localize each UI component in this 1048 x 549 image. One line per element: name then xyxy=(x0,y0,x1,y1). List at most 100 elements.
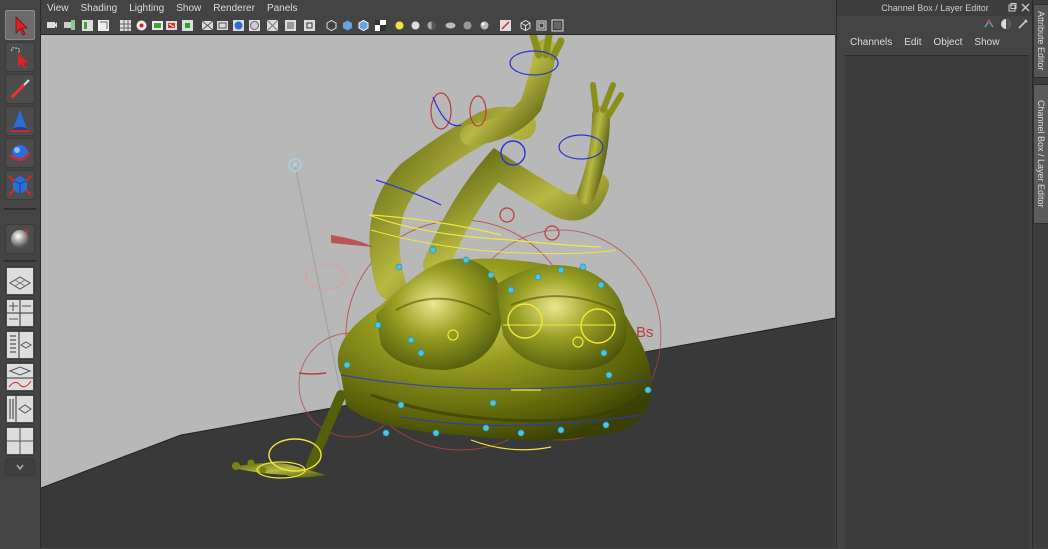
move-tool-button[interactable] xyxy=(5,106,35,136)
joint-marker[interactable] xyxy=(417,349,425,357)
manipulator-icon[interactable] xyxy=(1017,18,1029,30)
joint-marker[interactable] xyxy=(487,271,495,279)
joint-marker[interactable] xyxy=(507,286,515,294)
joint-marker[interactable] xyxy=(482,424,490,432)
wireframe-on-shaded-icon[interactable] xyxy=(266,19,279,32)
joint-marker[interactable] xyxy=(602,421,610,429)
joint-marker[interactable] xyxy=(557,266,565,274)
outliner-view-icon xyxy=(7,332,33,358)
image-plane-icon[interactable] xyxy=(97,19,110,32)
gate-mask-icon[interactable] xyxy=(165,19,178,32)
smooth-shade-icon[interactable] xyxy=(216,19,229,32)
float-window-icon[interactable] xyxy=(1008,3,1017,12)
channel-box-panel: Channel Box / Layer Editor Channels Edit… xyxy=(836,0,1033,549)
finger-tip xyxy=(259,466,267,474)
joint-marker[interactable] xyxy=(432,429,440,437)
four-pane-layout-button[interactable] xyxy=(5,298,35,328)
menu-show[interactable]: Show xyxy=(176,3,201,14)
bookmark-icon[interactable] xyxy=(81,19,94,32)
screen-ao-icon[interactable] xyxy=(444,19,457,32)
grid-toggle-icon[interactable] xyxy=(119,19,132,32)
scale-tool-button[interactable] xyxy=(5,170,35,200)
field-chart-icon[interactable] xyxy=(181,19,194,32)
depth-of-field-icon[interactable] xyxy=(499,19,512,32)
joint-marker[interactable] xyxy=(429,246,437,254)
layer-visibility-icon[interactable] xyxy=(1000,18,1012,30)
close-icon[interactable] xyxy=(1021,3,1030,12)
motion-blur-icon[interactable] xyxy=(461,19,474,32)
joint-marker[interactable] xyxy=(600,349,608,357)
menu-edit[interactable]: Edit xyxy=(904,37,921,48)
joint-marker[interactable] xyxy=(407,336,415,344)
menu-renderer[interactable]: Renderer xyxy=(213,3,255,14)
joint-marker[interactable] xyxy=(462,256,470,264)
select-tool-button[interactable] xyxy=(5,10,35,40)
outliner-persp-icon xyxy=(7,396,33,422)
checker-texture-icon[interactable] xyxy=(374,19,387,32)
wireframe-icon[interactable] xyxy=(201,19,214,32)
joint-marker[interactable] xyxy=(382,429,390,437)
shadows-icon[interactable] xyxy=(425,19,438,32)
joint-marker[interactable] xyxy=(397,401,405,409)
joint-marker[interactable] xyxy=(644,386,652,394)
perspective-grid-icon xyxy=(7,268,33,294)
outliner-layout-button[interactable] xyxy=(5,330,35,360)
wire-shaded-cube-icon[interactable] xyxy=(357,19,370,32)
overscan-icon[interactable] xyxy=(551,19,564,32)
channel-display-icon[interactable] xyxy=(983,18,995,30)
toolbox-expand-button[interactable] xyxy=(5,458,35,476)
joint-marker[interactable] xyxy=(534,273,542,281)
light-locator-center xyxy=(293,163,297,167)
menu-object[interactable]: Object xyxy=(934,37,963,48)
menu-channels[interactable]: Channels xyxy=(850,37,892,48)
textured-icon[interactable] xyxy=(248,19,261,32)
rotate-tool-button[interactable] xyxy=(5,138,35,168)
joint-marker[interactable] xyxy=(597,281,605,289)
3d-scene-canvas[interactable]: Bs xyxy=(41,35,835,548)
default-light-icon[interactable] xyxy=(409,19,422,32)
lasso-tool-button[interactable] xyxy=(5,42,35,72)
joint-marker[interactable] xyxy=(579,263,587,271)
grid-panel-icon[interactable] xyxy=(535,19,548,32)
attribute-editor-tab[interactable]: Attribute Editor xyxy=(1033,4,1048,78)
last-tool-button[interactable] xyxy=(5,224,35,254)
xray-icon[interactable] xyxy=(284,19,297,32)
default-material-icon[interactable] xyxy=(232,19,245,32)
menu-lighting[interactable]: Lighting xyxy=(129,3,164,14)
joint-marker[interactable] xyxy=(343,361,351,369)
menu-shading[interactable]: Shading xyxy=(81,3,118,14)
hud-icon[interactable] xyxy=(519,19,532,32)
menu-panels[interactable]: Panels xyxy=(267,3,298,14)
menu-view[interactable]: View xyxy=(47,3,69,14)
graph-layout-button[interactable] xyxy=(5,362,35,392)
select-arrow-icon xyxy=(15,16,28,36)
channel-box-tab[interactable]: Channel Box / Layer Editor xyxy=(1033,84,1048,224)
wireframe-cube-icon[interactable] xyxy=(325,19,338,32)
anti-alias-icon[interactable] xyxy=(478,19,491,32)
channel-list-area[interactable] xyxy=(845,55,1029,549)
joint-marker[interactable] xyxy=(395,263,403,271)
joint-marker[interactable] xyxy=(374,321,382,329)
select-camera-icon[interactable] xyxy=(45,19,58,32)
all-lights-icon[interactable] xyxy=(393,19,406,32)
two-pane-layout-button[interactable] xyxy=(5,426,35,456)
finger-tip xyxy=(232,462,240,470)
film-gate-icon[interactable] xyxy=(135,19,148,32)
joint-marker[interactable] xyxy=(557,426,565,434)
menu-show[interactable]: Show xyxy=(974,37,999,48)
single-pane-layout-button[interactable] xyxy=(5,266,35,296)
panel-menu-bar: View Shading Lighting Show Renderer Pane… xyxy=(41,0,835,17)
shaded-cube-icon[interactable] xyxy=(341,19,354,32)
outliner-persp-layout-button[interactable] xyxy=(5,394,35,424)
isolate-select-icon[interactable] xyxy=(303,19,316,32)
paint-select-tool-button[interactable] xyxy=(5,74,35,104)
viewport-panel[interactable]: View Shading Lighting Show Renderer Pane… xyxy=(41,0,835,548)
blendshape-control-label[interactable]: Bs xyxy=(636,324,654,341)
camera-attributes-icon[interactable] xyxy=(63,19,76,32)
side-tab-strip: Attribute Editor Channel Box / Layer Edi… xyxy=(1032,0,1048,548)
joint-marker[interactable] xyxy=(517,429,525,437)
finger-tip xyxy=(247,459,255,467)
resolution-gate-icon[interactable] xyxy=(151,19,164,32)
joint-marker[interactable] xyxy=(605,371,613,379)
joint-marker[interactable] xyxy=(489,399,497,407)
